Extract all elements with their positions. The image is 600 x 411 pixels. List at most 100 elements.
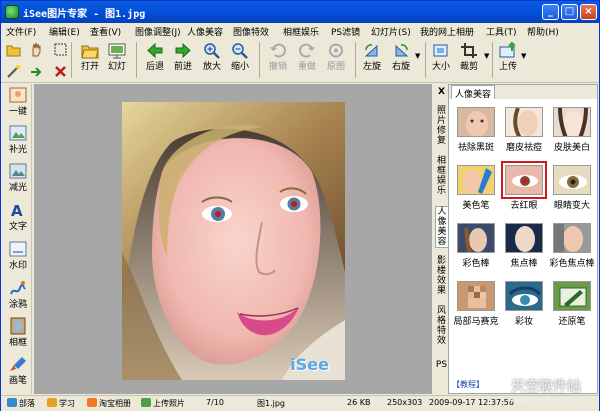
- upload-dropdown-icon[interactable]: ▼: [521, 52, 526, 60]
- panel-tab-title[interactable]: 人像美容: [451, 85, 496, 100]
- app-window: iSee图片专家 - 图1.jpg _ □ × 文件(F) 编辑(E) 查看(V…: [0, 0, 600, 411]
- effect-skin-smooth[interactable]: 磨皮祛痘: [500, 107, 548, 153]
- menu-ps-filter[interactable]: PS滤镜: [331, 25, 360, 38]
- close-button[interactable]: ×: [580, 4, 597, 20]
- effect-eye-enlarge[interactable]: 眼睛变大: [548, 165, 596, 211]
- toolbar: 打开 幻灯 后退 前进 放大 缩小 撤销 重做 原图 左旋 右旋 ▼ 大小 裁剪…: [1, 40, 599, 83]
- status-filesize: 26 KB: [347, 398, 371, 407]
- redo-icon: [299, 43, 315, 58]
- tab-photo-repair[interactable]: 照片修复: [435, 106, 448, 146]
- rotate-left-icon: [364, 44, 378, 57]
- tab-style[interactable]: 风格特效: [435, 306, 448, 346]
- text-tool[interactable]: A 文字: [4, 201, 32, 232]
- menu-view[interactable]: 查看(V): [90, 25, 121, 38]
- color-pen-icon: [457, 165, 495, 195]
- left-toolbar: 一键 补光 减光 A 文字 水印 涂鸦 相框 画笔: [2, 84, 32, 394]
- tab-film[interactable]: 影楼效果: [435, 256, 448, 296]
- menu-help[interactable]: 帮助(H): [527, 25, 559, 38]
- status-taobao-album-button[interactable]: 淘宝相册: [87, 398, 131, 409]
- upload-icon: [499, 42, 516, 58]
- panel-tab-header: 人像美容: [449, 85, 597, 100]
- zoom-out-button[interactable]: 缩小: [227, 42, 253, 72]
- minimize-button[interactable]: _: [542, 4, 559, 20]
- brush-tool[interactable]: 画笔: [4, 355, 32, 386]
- menu-file[interactable]: 文件(F): [6, 25, 36, 38]
- effect-color-wand[interactable]: 彩色棒: [452, 223, 500, 269]
- rotate-dropdown-icon[interactable]: ▼: [415, 52, 420, 60]
- upload-photo-icon: [141, 398, 151, 407]
- status-learn-button[interactable]: 学习: [47, 398, 75, 409]
- tribe-icon: [7, 398, 17, 407]
- export-icon[interactable]: [29, 64, 44, 79]
- makeup-icon: [505, 281, 543, 311]
- image-viewer[interactable]: iSee: [34, 84, 432, 394]
- effect-freckle-remove[interactable]: 祛除黑斑: [452, 107, 500, 153]
- effect-color-focus[interactable]: 彩色焦点棒: [548, 223, 596, 269]
- menu-online-album[interactable]: 我的网上相册: [420, 25, 474, 38]
- menu-slideshow[interactable]: 幻灯片(S): [371, 25, 411, 38]
- mosaic-icon: [457, 281, 495, 311]
- portrait-photo: iSee: [122, 102, 345, 380]
- tab-ps[interactable]: PS: [435, 360, 448, 382]
- window-title: iSee图片专家 - 图1.jpg: [23, 9, 146, 20]
- upload-button[interactable]: 上传: [495, 42, 521, 72]
- delete-icon[interactable]: [53, 64, 68, 79]
- select-icon[interactable]: [53, 42, 68, 57]
- reduce-light-icon: [9, 163, 27, 179]
- panel-close-button[interactable]: X: [435, 87, 448, 97]
- forward-arrow-icon: [175, 42, 191, 59]
- maximize-button[interactable]: □: [561, 4, 578, 20]
- effect-makeup[interactable]: 彩妆: [500, 281, 548, 327]
- menu-portrait[interactable]: 人像美容: [187, 25, 223, 38]
- effect-mosaic[interactable]: 局部马赛克: [452, 281, 500, 327]
- effect-restore-pen[interactable]: 还原笔: [548, 281, 596, 327]
- status-tribe-button[interactable]: 部落: [7, 398, 35, 409]
- watermark-tool[interactable]: 水印: [4, 240, 32, 271]
- menu-bar: 文件(F) 编辑(E) 查看(V) 图像调整(J) 人像美容 图像特效 相框娱乐…: [1, 23, 599, 39]
- hand-icon[interactable]: [29, 42, 44, 57]
- status-upload-photo-button[interactable]: 上传照片: [141, 398, 185, 409]
- menu-tools[interactable]: 工具(T): [486, 25, 517, 38]
- original-image-button[interactable]: 原图: [323, 42, 349, 72]
- menu-effects[interactable]: 图像特效: [233, 25, 269, 38]
- menu-edit[interactable]: 编辑(E): [49, 25, 80, 38]
- tutorial-link[interactable]: 【教程】: [452, 379, 484, 390]
- menu-frames[interactable]: 相框娱乐: [283, 25, 319, 38]
- original-image-icon: [329, 43, 343, 58]
- crop-button[interactable]: 裁剪: [456, 42, 482, 72]
- fill-light-icon: [9, 125, 27, 141]
- doodle-tool[interactable]: 涂鸦: [4, 279, 32, 310]
- doodle-icon: [10, 281, 26, 295]
- slideshow-button[interactable]: 幻灯: [104, 42, 130, 72]
- effect-focus-wand[interactable]: 焦点棒: [500, 223, 548, 269]
- reduce-light-tool[interactable]: 减光: [4, 162, 32, 193]
- effects-panel: 人像美容 祛除黑斑 磨皮祛痘 皮肤美白 美色笔 去红眼 眼睛变大 彩色棒 焦点棒…: [448, 84, 598, 394]
- one-key-icon: [9, 87, 27, 103]
- effect-red-eye[interactable]: 去红眼: [500, 161, 548, 211]
- status-date: 2009-09-17 12:37:56: [429, 398, 514, 407]
- magic-wand-icon[interactable]: [6, 64, 21, 79]
- effect-color-pen[interactable]: 美色笔: [452, 165, 500, 211]
- frame-tool[interactable]: 相框: [4, 317, 32, 348]
- fill-light-tool[interactable]: 补光: [4, 124, 32, 155]
- crop-icon: [461, 43, 477, 58]
- folder-icon[interactable]: [6, 42, 21, 57]
- skin-whiten-icon: [553, 107, 591, 137]
- status-filename: 图1.jpg: [257, 399, 286, 408]
- tab-portrait[interactable]: 人像美容: [435, 206, 448, 248]
- color-focus-icon: [553, 223, 591, 253]
- rotate-right-button[interactable]: 右旋: [388, 42, 414, 72]
- restore-pen-icon: [553, 281, 591, 311]
- frame-icon: [10, 317, 26, 335]
- watermark-url: www.skycn.com: [507, 396, 571, 405]
- isee-logo: iSee: [290, 355, 329, 374]
- side-tabs: X 照片修复 相框娱乐 人像美容 影楼效果 风格特效 PS: [434, 84, 448, 394]
- one-key-tool[interactable]: 一键: [4, 86, 32, 117]
- menu-image-adjust[interactable]: 图像调整(J): [135, 25, 181, 38]
- effect-skin-whiten[interactable]: 皮肤美白: [548, 107, 596, 153]
- zoom-in-icon: [204, 43, 220, 59]
- status-page: 7/10: [206, 398, 224, 407]
- tab-frame-fun[interactable]: 相框娱乐: [435, 156, 448, 196]
- red-eye-icon: [501, 161, 547, 199]
- app-icon: [5, 5, 19, 19]
